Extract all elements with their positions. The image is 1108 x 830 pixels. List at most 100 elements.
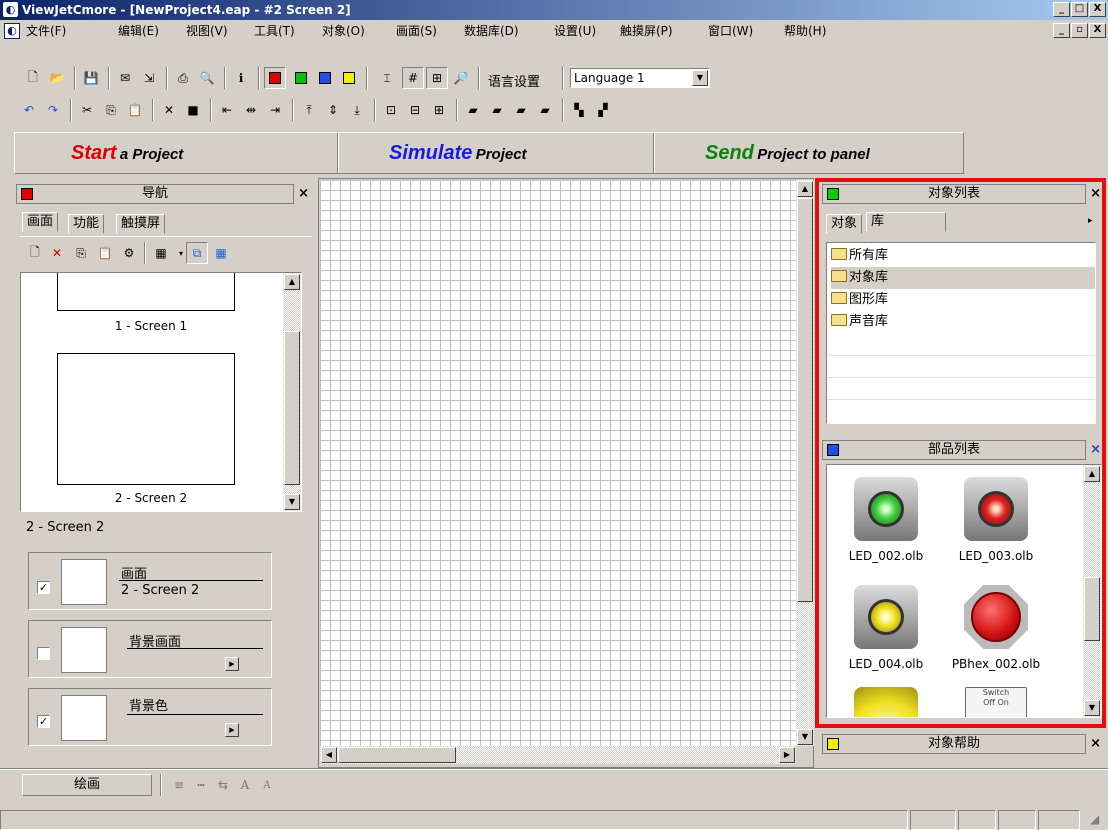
part-item[interactable]: LED_004.olb [831, 585, 941, 671]
backward-icon[interactable]: ▰ [534, 99, 556, 121]
child-close-button[interactable]: X [1089, 23, 1106, 38]
blue-color-button[interactable] [314, 67, 336, 89]
object-help-close-icon[interactable]: × [1090, 735, 1101, 753]
dropdown-arrow-icon[interactable]: ▼ [692, 70, 708, 86]
parts-list-close-icon[interactable]: × [1090, 441, 1101, 459]
redo-icon[interactable]: ↷ [42, 99, 64, 121]
resize-grip-icon[interactable]: ◢ [1090, 812, 1099, 826]
tab-touchscreen[interactable]: 触摸屏 [116, 214, 166, 234]
library-graphics[interactable]: 图形库 [831, 289, 1095, 311]
align-text-icon[interactable]: ⌶ [376, 67, 398, 89]
menu-help[interactable]: 帮助(H) [784, 23, 826, 39]
menu-tools[interactable]: 工具(T) [254, 23, 295, 39]
same-width-icon[interactable]: ⊞ [428, 99, 450, 121]
same-size-icon[interactable]: ⊡ [380, 99, 402, 121]
scroll-up-icon[interactable]: ▲ [284, 274, 300, 290]
start-project-button[interactable]: Start a Project [71, 133, 183, 173]
scroll-down-icon[interactable]: ▼ [1084, 700, 1100, 716]
arrow-style-icon[interactable]: ⇆ [212, 774, 234, 796]
print-preview-icon[interactable]: 🔍 [196, 67, 218, 89]
library-all[interactable]: 所有库 [831, 245, 1095, 267]
menu-window[interactable]: 窗口(W) [708, 23, 753, 39]
cut-icon[interactable]: ✂ [76, 99, 98, 121]
mail-icon[interactable]: ✉ [114, 67, 136, 89]
scroll-up-icon[interactable]: ▲ [797, 181, 813, 197]
canvas-horizontal-scrollbar[interactable]: ◀ ▶ [320, 746, 796, 764]
screen-checkbox[interactable]: ✓ [37, 581, 50, 594]
library-objects[interactable]: 对象库 [831, 267, 1095, 289]
close-button[interactable]: X [1089, 2, 1106, 17]
group-icon[interactable]: ▚ [568, 99, 590, 121]
tab-functions[interactable]: 功能 [68, 214, 105, 234]
menu-view[interactable]: 视图(V) [186, 23, 228, 39]
dash-style-icon[interactable]: ┅ [190, 774, 212, 796]
font-larger-icon[interactable]: A [234, 774, 256, 796]
receive-icon[interactable]: ⇲ [138, 67, 160, 89]
grid-icon[interactable]: # [402, 67, 424, 89]
paste-screen-icon[interactable]: 📋 [94, 242, 116, 264]
fill-icon[interactable]: ■ [182, 99, 204, 121]
language-select[interactable]: Language 1 ▼ [570, 68, 710, 88]
info-icon[interactable]: ℹ [230, 67, 252, 89]
background-color-picker-icon[interactable]: ▶ [225, 723, 239, 737]
tab-library[interactable]: 库 [866, 212, 946, 232]
part-item[interactable]: LED_003.olb [941, 477, 1051, 563]
green-color-button[interactable] [290, 67, 312, 89]
line-style-icon[interactable]: ≡ [168, 774, 190, 796]
font-smaller-icon[interactable]: A [256, 774, 278, 796]
align-bottom-icon[interactable]: ⤓ [346, 99, 368, 121]
align-left-icon[interactable]: ⇤ [216, 99, 238, 121]
screen-properties-icon[interactable]: ⚙ [118, 242, 140, 264]
canvas-h-scroll-thumb[interactable] [338, 747, 456, 763]
part-item[interactable]: Switch Off On [941, 687, 1051, 717]
new-screen-icon[interactable]: 🗋 [24, 242, 46, 264]
menu-touchscreen[interactable]: 触摸屏(P) [620, 23, 673, 39]
delete-screen-icon[interactable]: ✕ [46, 242, 68, 264]
thumbnail-view-icon[interactable]: ⧉ [186, 242, 208, 264]
delete-icon[interactable]: ✕ [158, 99, 180, 121]
screen-2-thumbnail[interactable] [57, 353, 235, 485]
background-screen-picker-icon[interactable]: ▶ [225, 657, 239, 671]
parts-scrollbar[interactable]: ▲ ▼ [1083, 465, 1101, 717]
zoom-icon[interactable]: 🔎 [450, 67, 472, 89]
align-top-icon[interactable]: ⤒ [298, 99, 320, 121]
view-mode-icon[interactable]: ▦ [150, 242, 172, 264]
child-minimize-button[interactable]: _ [1053, 23, 1070, 38]
scroll-down-icon[interactable]: ▼ [797, 729, 813, 745]
align-right-icon[interactable]: ⇥ [264, 99, 286, 121]
ungroup-icon[interactable]: ▞ [592, 99, 614, 121]
bring-front-icon[interactable]: ▰ [462, 99, 484, 121]
tab-objects[interactable]: 对象 [826, 214, 863, 234]
menu-file[interactable]: 文件(F) [26, 23, 66, 39]
open-folder-icon[interactable]: 📂 [46, 67, 68, 89]
save-icon[interactable]: 💾 [80, 67, 102, 89]
nav-close-icon[interactable]: × [298, 185, 309, 203]
new-file-icon[interactable]: 🗋 [22, 67, 44, 89]
scroll-thumb[interactable] [284, 331, 300, 485]
drawing-canvas[interactable] [320, 180, 796, 746]
maximize-button[interactable]: □ [1071, 2, 1088, 17]
tab-scroll-right-icon[interactable]: ▸ [1088, 216, 1093, 226]
library-sounds[interactable]: 声音库 [831, 311, 1095, 333]
undo-icon[interactable]: ↶ [18, 99, 40, 121]
copy-screen-icon[interactable]: ⎘ [70, 242, 92, 264]
canvas-vertical-scrollbar[interactable]: ▲ ▼ [796, 180, 814, 746]
tab-screens[interactable]: 画面 [22, 212, 59, 232]
send-back-icon[interactable]: ▰ [486, 99, 508, 121]
snap-grid-icon[interactable]: ⊞ [426, 67, 448, 89]
part-item[interactable] [831, 687, 941, 717]
minimize-button[interactable]: _ [1053, 2, 1070, 17]
screen-1-thumbnail[interactable] [57, 273, 235, 311]
menu-database[interactable]: 数据库(D) [464, 23, 519, 39]
paste-icon[interactable]: 📋 [124, 99, 146, 121]
object-list-close-icon[interactable]: × [1090, 185, 1101, 203]
scroll-left-icon[interactable]: ◀ [321, 747, 337, 763]
part-item[interactable]: PBhex_002.olb [941, 585, 1051, 671]
background-color-checkbox[interactable]: ✓ [37, 715, 50, 728]
canvas-v-scroll-thumb[interactable] [797, 198, 813, 602]
copy-icon[interactable]: ⎘ [100, 99, 122, 121]
scroll-right-icon[interactable]: ▶ [779, 747, 795, 763]
yellow-color-button[interactable] [338, 67, 360, 89]
child-app-icon[interactable]: ◐ [4, 23, 20, 39]
print-icon[interactable]: ⎙ [172, 67, 194, 89]
